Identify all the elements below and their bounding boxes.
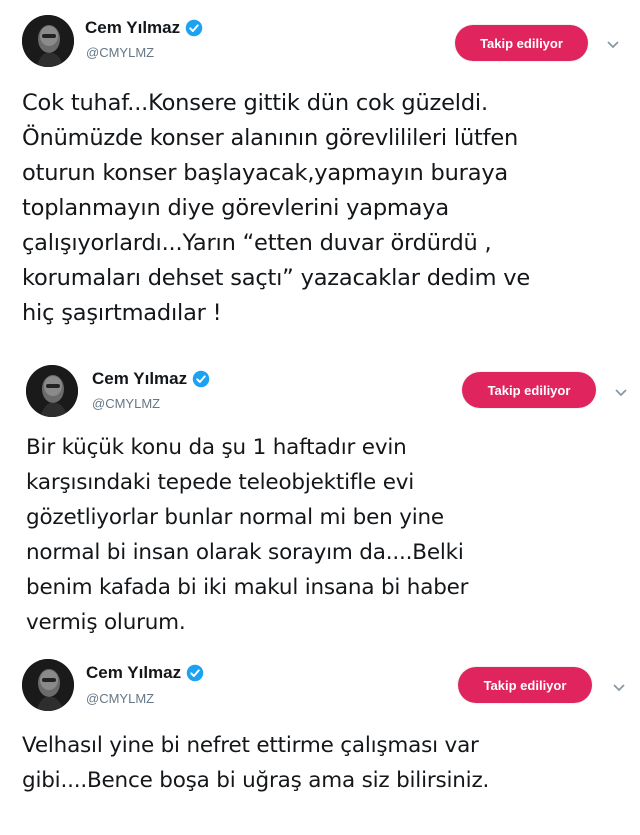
chevron-down-icon[interactable]	[612, 680, 626, 692]
following-button[interactable]: Takip ediliyor	[462, 372, 596, 408]
chevron-down-icon[interactable]	[606, 37, 620, 49]
verified-badge-icon	[192, 370, 210, 388]
verified-badge-icon	[185, 19, 203, 37]
tweet-text: Velhasıl yine bi nefret ettirme çalışmas…	[22, 733, 490, 793]
author-handle: @CMYLMZ	[86, 45, 155, 60]
author-row: Cem Yılmaz	[86, 663, 204, 683]
tweet-text: Cok tuhaf...Konsere gittik dün cok güzel…	[22, 90, 531, 326]
following-button[interactable]: Takip ediliyor	[458, 667, 592, 703]
tweet-text: Bir küçük konu da şu 1 haftadır evin kar…	[26, 435, 469, 635]
tweet-card: Cem Yılmaz @CMYLMZ Takip ediliyor Cok tu…	[0, 0, 640, 345]
author-handle: @CMYLMZ	[86, 691, 155, 706]
chevron-down-icon[interactable]	[614, 385, 628, 397]
author-name[interactable]: Cem Yılmaz	[92, 369, 187, 389]
verified-badge-icon	[186, 664, 204, 682]
following-button[interactable]: Takip ediliyor	[455, 25, 588, 61]
tweet-card: Cem Yılmaz @CMYLMZ Takip ediliyor Velhas…	[0, 645, 640, 835]
avatar[interactable]	[22, 659, 74, 711]
author-row: Cem Yılmaz	[85, 18, 203, 38]
author-name[interactable]: Cem Yılmaz	[86, 663, 181, 683]
avatar[interactable]	[22, 15, 74, 67]
avatar[interactable]	[26, 365, 78, 417]
author-name[interactable]: Cem Yılmaz	[85, 18, 180, 38]
author-handle: @CMYLMZ	[92, 396, 161, 411]
tweet-card: Cem Yılmaz @CMYLMZ Takip ediliyor Bir kü…	[0, 345, 640, 645]
author-row: Cem Yılmaz	[92, 369, 210, 389]
